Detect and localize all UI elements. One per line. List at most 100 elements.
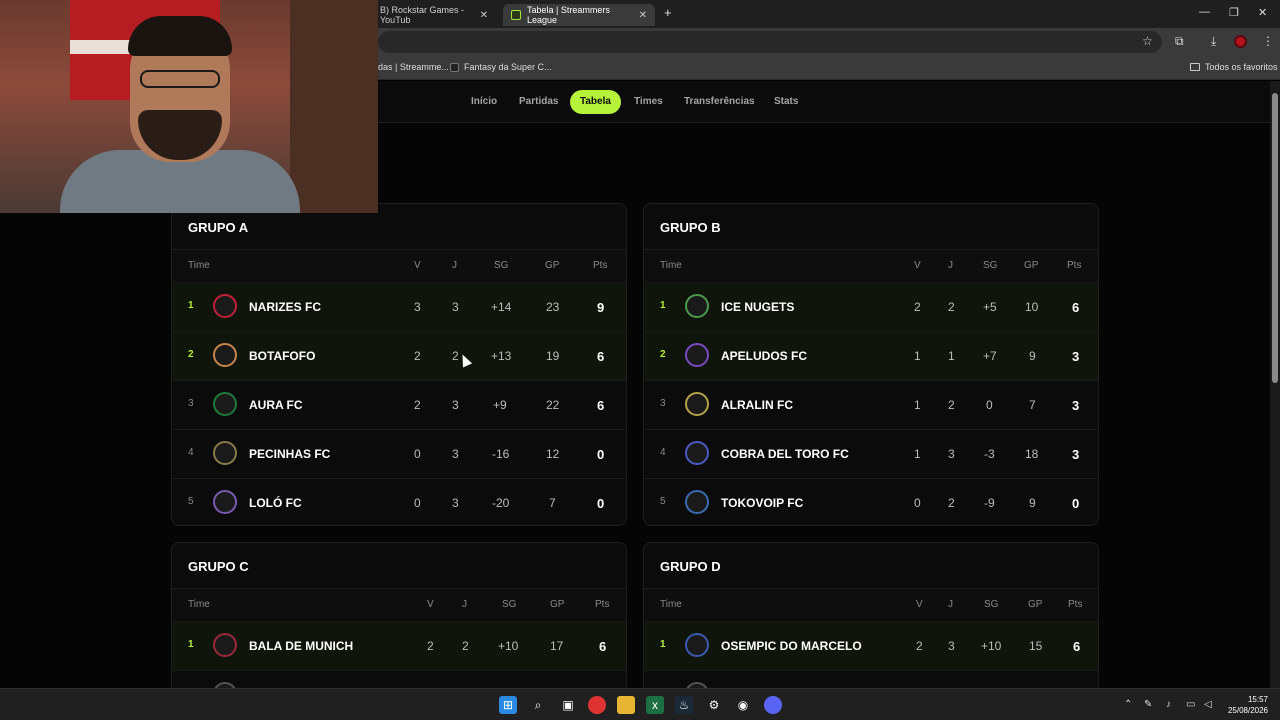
nav-tabela[interactable]: Tabela bbox=[570, 90, 621, 114]
team-crest-icon bbox=[213, 343, 237, 367]
cell-pts: 6 bbox=[1073, 639, 1081, 654]
cell-gp: 9 bbox=[1029, 349, 1036, 363]
cell-j: 3 bbox=[452, 447, 459, 461]
discord-icon[interactable] bbox=[764, 696, 782, 714]
cell-v: 1 bbox=[914, 447, 921, 461]
all-favorites-label: Todos os favoritos bbox=[1205, 62, 1278, 72]
table-row[interactable]: 1 BALA DE MUNICH 2 2 +10 17 6 bbox=[172, 621, 626, 670]
table-row[interactable]: 4 COBRA DEL TORO FC 1 3 -3 18 3 bbox=[644, 429, 1098, 478]
team-name: TOKOVOIP FC bbox=[721, 496, 804, 510]
new-tab-button[interactable]: + bbox=[664, 5, 672, 20]
cell-sg: 0 bbox=[986, 398, 993, 412]
team-crest-icon bbox=[685, 633, 709, 657]
nav-times[interactable]: Times bbox=[634, 96, 663, 107]
bookmark-star-icon[interactable]: ☆ bbox=[1142, 34, 1153, 48]
volume-icon[interactable]: ◁ bbox=[1204, 699, 1212, 710]
row-position: 5 bbox=[188, 496, 194, 507]
search-icon[interactable]: ⌕ bbox=[529, 696, 547, 714]
team-crest-icon bbox=[213, 294, 237, 318]
bookmark-item[interactable]: Fantasy da Super C... bbox=[450, 62, 552, 72]
bookmark-favicon-icon bbox=[450, 62, 459, 72]
table-row[interactable]: 1 OSEMPIC DO MARCELO 2 3 +10 15 6 bbox=[644, 621, 1098, 670]
close-tab-icon[interactable]: ✕ bbox=[639, 10, 647, 21]
steam-icon[interactable]: ♨ bbox=[675, 696, 693, 714]
table-row[interactable]: 1 ICE NUGETS 2 2 +5 10 6 bbox=[644, 282, 1098, 331]
clock-time: 15:57 bbox=[1247, 695, 1268, 704]
network-icon[interactable]: ▭ bbox=[1186, 699, 1195, 710]
group-title: GRUPO D bbox=[660, 559, 721, 574]
table-row[interactable]: 2 APELUDOS FC 1 1 +7 9 3 bbox=[644, 331, 1098, 380]
cell-j: 3 bbox=[948, 639, 955, 653]
team-crest-icon bbox=[213, 441, 237, 465]
row-position: 4 bbox=[660, 447, 666, 458]
all-favorites-folder[interactable]: Todos os favoritos bbox=[1190, 62, 1278, 72]
col-sg: SG bbox=[494, 260, 509, 271]
excel-icon[interactable]: x bbox=[646, 696, 664, 714]
close-tab-icon[interactable]: ✕ bbox=[480, 10, 488, 21]
nav-partidas[interactable]: Partidas bbox=[519, 96, 558, 107]
cell-v: 2 bbox=[914, 300, 921, 314]
tab-rockstar-youtube[interactable]: B) Rockstar Games - YouTub ✕ bbox=[372, 4, 496, 26]
col-pts: Pts bbox=[593, 260, 608, 271]
table-row[interactable] bbox=[172, 670, 626, 688]
team-name: PECINHAS FC bbox=[249, 447, 331, 461]
cell-v: 0 bbox=[914, 496, 921, 510]
cell-v: 1 bbox=[914, 349, 921, 363]
row-position: 1 bbox=[188, 300, 194, 311]
page-scrollbar[interactable] bbox=[1270, 81, 1280, 688]
row-position: 1 bbox=[660, 639, 666, 650]
table-row[interactable]: 5 LOLÓ FC 0 3 -20 7 0 bbox=[172, 478, 626, 525]
microphone-icon[interactable]: ♪ bbox=[1166, 699, 1171, 710]
webcam-person-glasses bbox=[140, 70, 220, 88]
team-name: ICE NUGETS bbox=[721, 300, 795, 314]
table-row[interactable]: 5 TOKOVOIP FC 0 2 -9 9 0 bbox=[644, 478, 1098, 525]
col-time: Time bbox=[660, 260, 682, 271]
maximize-icon[interactable]: ❐ bbox=[1229, 6, 1239, 19]
team-crest-icon bbox=[685, 343, 709, 367]
start-menu-icon[interactable]: ⊞ bbox=[499, 696, 517, 714]
browser-menu-icon[interactable]: ⋮ bbox=[1262, 34, 1274, 48]
tray-chevron-up-icon[interactable]: ⌃ bbox=[1124, 699, 1132, 710]
group-title: GRUPO B bbox=[660, 220, 721, 235]
tray-pen-icon[interactable]: ✎ bbox=[1144, 699, 1152, 710]
col-v: V bbox=[916, 599, 923, 610]
table-row[interactable]: 3 AURA FC 2 3 +9 22 6 bbox=[172, 380, 626, 429]
window-close-icon[interactable]: ✕ bbox=[1258, 6, 1267, 19]
col-gp: GP bbox=[1024, 260, 1039, 271]
task-view-icon[interactable]: ▣ bbox=[559, 696, 577, 714]
bookmark-item[interactable]: das | Streamme... bbox=[378, 62, 449, 72]
table-row[interactable]: 3 ALRALIN FC 1 2 0 7 3 bbox=[644, 380, 1098, 429]
team-crest-icon bbox=[213, 392, 237, 416]
table-row[interactable] bbox=[644, 670, 1098, 688]
nav-transferencias[interactable]: Transferências bbox=[684, 96, 755, 107]
file-explorer-icon[interactable] bbox=[617, 696, 635, 714]
table-row[interactable]: 1 NARIZES FC 3 3 +14 23 9 bbox=[172, 282, 626, 331]
nav-inicio[interactable]: Início bbox=[471, 96, 497, 107]
scrollbar-thumb[interactable] bbox=[1272, 93, 1278, 383]
cell-v: 3 bbox=[414, 300, 421, 314]
settings-gear-icon[interactable]: ⚙ bbox=[705, 696, 723, 714]
system-clock[interactable]: 15:57 25/08/2026 bbox=[1228, 694, 1268, 716]
chrome-icon[interactable] bbox=[588, 696, 606, 714]
group-card-a: GRUPO A Time V J SG GP Pts 1 NARIZES FC … bbox=[171, 203, 627, 526]
cell-pts: 0 bbox=[597, 447, 605, 462]
cell-pts: 0 bbox=[597, 496, 605, 511]
minimize-icon[interactable]: — bbox=[1199, 6, 1210, 18]
team-crest-icon bbox=[213, 633, 237, 657]
table-row[interactable]: 4 PECINHAS FC 0 3 -16 12 0 bbox=[172, 429, 626, 478]
row-position: 4 bbox=[188, 447, 194, 458]
download-icon[interactable]: ⤓ bbox=[1211, 34, 1216, 49]
address-bar[interactable] bbox=[378, 31, 1162, 53]
team-name: COBRA DEL TORO FC bbox=[721, 447, 849, 461]
profile-avatar[interactable] bbox=[1234, 35, 1247, 48]
col-v: V bbox=[427, 599, 434, 610]
col-v: V bbox=[914, 260, 921, 271]
col-j: J bbox=[462, 599, 467, 610]
obs-icon[interactable]: ◉ bbox=[734, 696, 752, 714]
nav-stats[interactable]: Stats bbox=[774, 96, 798, 107]
extensions-icon[interactable]: ⧉ bbox=[1175, 34, 1184, 49]
tab-tabela[interactable]: Tabela | Streammers League ✕ bbox=[503, 4, 655, 26]
tab-label: B) Rockstar Games - YouTub bbox=[380, 5, 465, 25]
cell-v: 0 bbox=[414, 496, 421, 510]
table-row[interactable]: 2 BOTAFOFO 2 2 +13 19 6 bbox=[172, 331, 626, 380]
